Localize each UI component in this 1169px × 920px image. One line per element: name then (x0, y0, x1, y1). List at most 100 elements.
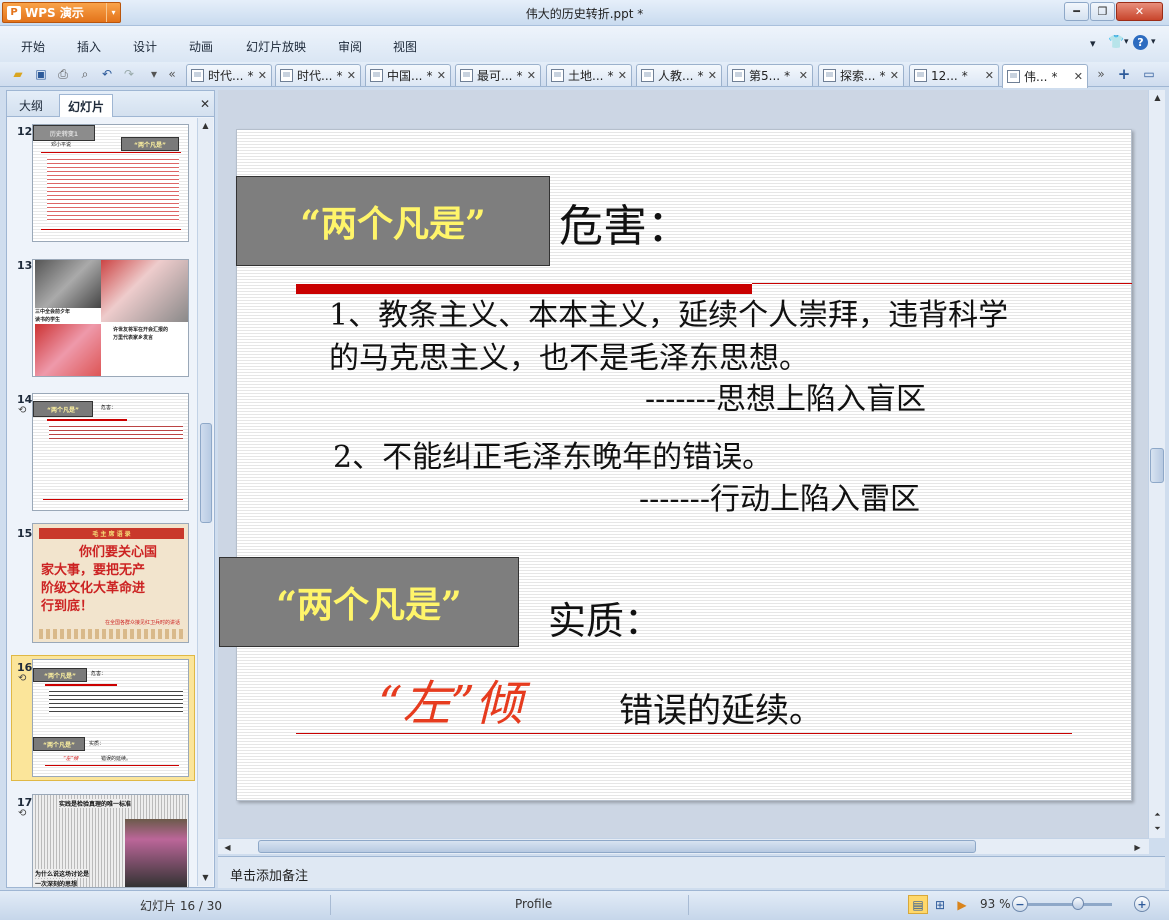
thumb-divider (45, 684, 117, 686)
scroll-up-icon[interactable]: ▲ (1150, 90, 1165, 104)
doc-tab-6[interactable]: 人教... * ✕ (636, 64, 722, 86)
prev-slide-icon[interactable]: ⏶ (1150, 808, 1165, 822)
scrollbar-thumb[interactable] (200, 423, 212, 523)
menu-design[interactable]: 设计 (133, 38, 157, 55)
close-icon[interactable]: ✕ (890, 69, 899, 82)
close-icon[interactable]: ✕ (1074, 70, 1083, 83)
menu-slideshow[interactable]: 幻灯片放映 (246, 38, 306, 55)
title-box-two-whatevers: “两个凡是” (236, 176, 550, 266)
doc-tab-label: 中国... (387, 69, 423, 83)
tab-outline[interactable]: 大纲 (11, 94, 51, 117)
editor-horizontal-scrollbar[interactable]: ◀ ▶ (218, 838, 1149, 854)
doc-tab-7[interactable]: 第5... * ✕ (727, 64, 813, 86)
doc-tab-1[interactable]: 时代... * ✕ (186, 64, 272, 86)
open-folder-icon[interactable]: ▰ (10, 66, 26, 82)
tab-scroll-left-icon[interactable]: « (164, 66, 180, 82)
redo-icon[interactable]: ↷ (121, 66, 137, 82)
undo-icon[interactable]: ↶ (99, 66, 115, 82)
zoom-slider-handle[interactable] (1072, 897, 1084, 910)
slide-thumbnail-17[interactable]: 实践是检验真理的唯一标准 为什么说这场讨论是 一次深刻的思想 (32, 794, 189, 888)
close-panel-icon[interactable]: ✕ (200, 97, 210, 111)
close-icon[interactable]: ✕ (437, 69, 446, 82)
zoom-out-icon[interactable]: − (1012, 896, 1028, 912)
thumb-header: 历史转变1 (33, 125, 95, 141)
skin-icon[interactable]: 👕 (1108, 35, 1124, 50)
slide-thumbnail-14[interactable]: “两个凡是” 危害： (32, 393, 189, 511)
scroll-down-icon[interactable]: ▼ (198, 870, 213, 884)
thumb-caption: 万里代表家乡发言 (113, 335, 154, 341)
close-icon[interactable]: ✕ (527, 69, 536, 82)
menu-insert[interactable]: 插入 (77, 38, 101, 55)
close-icon[interactable]: ✕ (708, 69, 717, 82)
notes-placeholder[interactable]: 单击添加备注 (230, 865, 308, 884)
next-slide-icon[interactable]: ⏷ (1150, 822, 1165, 836)
close-icon[interactable]: ✕ (618, 69, 627, 82)
more-tools-icon[interactable]: ▾ (146, 66, 162, 82)
notes-pane[interactable]: 单击添加备注 (218, 856, 1165, 888)
doc-tab-label: 最可... (477, 69, 513, 83)
doc-tab-9[interactable]: 12... * ✕ (909, 64, 999, 86)
unsaved-mark: * (879, 68, 886, 83)
ppt-file-icon (460, 69, 473, 82)
menu-review[interactable]: 审阅 (338, 38, 362, 55)
doc-tab-4[interactable]: 最可... * ✕ (455, 64, 541, 86)
ppt-file-icon (823, 69, 836, 82)
unsaved-mark: * (961, 68, 968, 83)
close-icon[interactable]: ✕ (799, 69, 808, 82)
skin-chevron-down-icon[interactable]: ▾ (1124, 37, 1129, 47)
doc-tab-5[interactable]: 土地... * ✕ (546, 64, 632, 86)
doc-tab-8[interactable]: 探索... * ✕ (818, 64, 904, 86)
doc-tab-3[interactable]: 中国... * ✕ (365, 64, 451, 86)
menu-animation[interactable]: 动画 (189, 38, 213, 55)
zoom-slider[interactable] (1028, 903, 1112, 906)
slide-sorter-icon[interactable]: ⊞ (930, 895, 950, 914)
tab-scroll-right-icon[interactable]: » (1093, 66, 1109, 82)
slide-thumbnail-12[interactable]: 历史转变1 邓小平说 “两个凡是” (32, 124, 189, 242)
thumb-title-after: 实质： (89, 741, 105, 747)
maximize-button[interactable]: ❐ (1090, 2, 1115, 21)
new-tab-icon[interactable]: + (1116, 65, 1132, 83)
ppt-file-icon (280, 69, 293, 82)
slide-thumbnail-13[interactable]: 三中全会前夕年 读书的学生 许世友将军在开会汇报的 万里代表家乡发言 (32, 259, 189, 377)
doc-tab-2[interactable]: 时代... * ✕ (275, 64, 361, 86)
slide-thumbnail-16-selected[interactable]: “两个凡是” 危害： “两个凡是” 实质： “左”倾 错误的延续。 (32, 659, 189, 777)
menu-view[interactable]: 视图 (393, 38, 417, 55)
panel-tabs: 大纲 幻灯片 ✕ (7, 91, 214, 117)
layout-icon[interactable]: ▭ (1141, 66, 1157, 82)
thumbnails-scrollbar[interactable]: ▲ ▼ (197, 118, 213, 886)
doc-tab-label: 伟... (1024, 70, 1048, 84)
slideshow-play-icon[interactable]: ▶ (952, 895, 972, 914)
thumb-divider (41, 152, 181, 153)
thumb-poster-line: 行到底！ (41, 599, 94, 614)
doc-tab-label: 12... (931, 68, 958, 83)
tab-slides[interactable]: 幻灯片 (59, 94, 114, 117)
normal-view-icon[interactable]: ▤ (908, 895, 928, 914)
slide-canvas[interactable]: “两个凡是” 危害： 1、教条主义、本本主义，延续个人崇拜，违背科学 的马克思主… (219, 129, 1132, 801)
print-preview-icon[interactable]: ⌕ (77, 66, 93, 82)
scrollbar-thumb[interactable] (1150, 448, 1164, 483)
scrollbar-thumb[interactable] (258, 840, 976, 853)
minimize-button[interactable]: ━ (1064, 2, 1089, 21)
editor-vertical-scrollbar[interactable]: ▲ ⏶ ⏷ (1148, 90, 1165, 838)
ribbon-collapse-icon[interactable]: ▾ (1090, 37, 1096, 50)
close-icon[interactable]: ✕ (985, 69, 994, 82)
zoom-in-icon[interactable]: + (1134, 896, 1150, 912)
close-icon[interactable]: ✕ (347, 69, 356, 82)
close-icon[interactable]: ✕ (258, 69, 267, 82)
help-icon[interactable]: ? (1133, 35, 1148, 50)
thumb-error-cont: 错误的延续。 (101, 756, 132, 762)
slide-thumbnail-15[interactable]: 毛 主 席 语 录 你们要关心国 家大事，要把无产 阶级文化大革命进 行到底！ … (32, 523, 189, 643)
scroll-up-icon[interactable]: ▲ (198, 118, 213, 132)
menu-start[interactable]: 开始 (21, 38, 45, 55)
help-chevron-down-icon[interactable]: ▾ (1151, 37, 1156, 47)
scroll-right-icon[interactable]: ▶ (1130, 840, 1145, 854)
print-icon[interactable]: ⎙ (55, 66, 71, 82)
scroll-left-icon[interactable]: ◀ (220, 840, 235, 854)
save-icon[interactable]: ▣ (33, 66, 49, 82)
doc-tab-active[interactable]: 伟... * ✕ (1002, 64, 1088, 88)
thumb-body-text (49, 688, 183, 714)
close-window-button[interactable]: ✕ (1116, 2, 1163, 21)
ppt-file-icon (914, 69, 927, 82)
thumb-photo-students (35, 260, 101, 308)
thumb-title-box: “两个凡是” (33, 668, 87, 682)
